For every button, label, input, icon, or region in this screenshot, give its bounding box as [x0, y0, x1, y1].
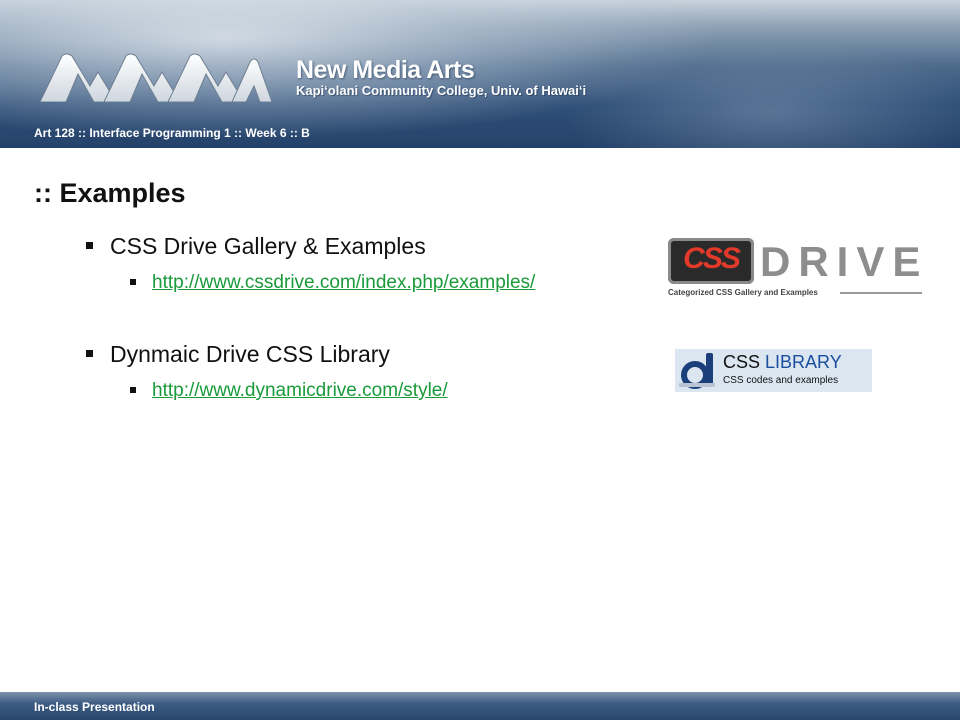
- slide-title: :: Examples: [34, 178, 186, 208]
- brand-subtitle: Kapi‘olani Community College, Univ. of H…: [296, 83, 587, 98]
- bullet-square-icon: [130, 387, 136, 393]
- cssdrive-emblem-text: CSS: [683, 242, 741, 275]
- cssdrive-link[interactable]: http://www.cssdrive.com/index.php/exampl…: [152, 272, 535, 293]
- cssdrive-wordmark: DRIVE: [760, 238, 929, 285]
- csslibrary-tagline: CSS codes and examples: [723, 375, 839, 386]
- header-cloud: [560, 40, 960, 148]
- cssdrive-logo: CSS DRIVE Categorized CSS Gallery and Ex…: [668, 238, 922, 300]
- cssdrive-emblem: CSS: [668, 238, 754, 284]
- bullet-label: CSS Drive Gallery & Examples: [110, 233, 426, 259]
- course-line: Art 128 :: Interface Programming 1 :: We…: [34, 126, 310, 140]
- bullet-item-dynamicdrive: Dynmaic Drive CSS Library: [86, 341, 390, 368]
- cssdrive-underline: [840, 292, 922, 294]
- dynamicdrive-d-icon: [679, 353, 715, 389]
- bullet-square-icon: [130, 279, 136, 285]
- footer-text: In-class Presentation: [34, 700, 155, 714]
- csslibrary-word-library: LIBRARY: [765, 352, 842, 372]
- brand-title: New Media Arts: [296, 56, 475, 84]
- csslibrary-logo: CSS LIBRARY CSS codes and examples: [675, 349, 872, 392]
- bullet-square-icon: [86, 242, 93, 249]
- dynamicdrive-link[interactable]: http://www.dynamicdrive.com/style/: [152, 380, 448, 401]
- sub-bullet-cssdrive-link: http://www.cssdrive.com/index.php/exampl…: [130, 272, 535, 294]
- csslibrary-word-css: CSS: [723, 352, 761, 372]
- header-banner: New Media Arts Kapi‘olani Community Coll…: [0, 0, 960, 148]
- bullet-label: Dynmaic Drive CSS Library: [110, 341, 390, 367]
- bullet-square-icon: [86, 350, 93, 357]
- nma-logo-icon: [40, 53, 272, 102]
- footer-strip: In-class Presentation: [0, 692, 960, 720]
- cssdrive-tagline: Categorized CSS Gallery and Examples: [668, 288, 818, 297]
- bullet-item-cssdrive: CSS Drive Gallery & Examples: [86, 233, 426, 260]
- csslibrary-title: CSS LIBRARY: [723, 352, 842, 373]
- sub-bullet-dynamicdrive-link: http://www.dynamicdrive.com/style/: [130, 380, 448, 402]
